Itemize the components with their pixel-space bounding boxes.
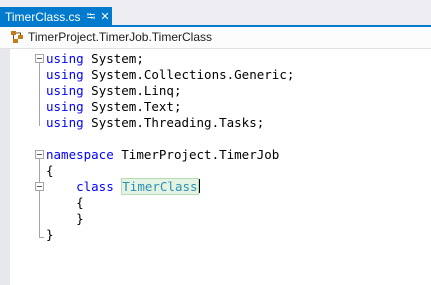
using-target: System.Linq; <box>91 83 182 98</box>
collapse-using-icon[interactable] <box>35 54 44 63</box>
pin-icon[interactable]: ⭾ <box>85 7 97 27</box>
code-line: class TimerClass <box>46 178 200 195</box>
text-caret <box>198 179 200 193</box>
code-line: { <box>46 195 84 211</box>
namespace-name: TimerProject.TimerJob <box>121 147 280 162</box>
keyword: using <box>46 83 84 98</box>
selection-margin <box>0 49 10 285</box>
code-line: using System.Linq; <box>46 83 181 99</box>
outline-end-tick <box>39 237 44 238</box>
using-target: System.Collections.Generic; <box>91 67 295 82</box>
code-editor[interactable]: using System; using System.Collections.G… <box>0 49 431 285</box>
keyword: using <box>46 99 84 114</box>
using-target: System.Text; <box>91 99 182 114</box>
code-line: using System.Text; <box>46 99 181 115</box>
keyword: class <box>76 179 114 194</box>
close-brace: } <box>76 211 84 226</box>
collapse-namespace-icon[interactable] <box>35 150 44 159</box>
member-dropdown[interactable]: TimerProject.TimerJob.TimerClass <box>28 27 212 48</box>
outline-line <box>39 159 40 238</box>
keyword: namespace <box>46 147 114 162</box>
class-name-highlight: TimerClass <box>121 178 199 195</box>
keyword: using <box>46 51 84 66</box>
class-icon <box>11 31 23 43</box>
navigation-bar: TimerProject.TimerJob.TimerClass <box>0 27 431 49</box>
code-line: { <box>46 163 54 179</box>
code-line: } <box>46 227 54 243</box>
keyword: using <box>46 115 84 130</box>
code-line: using System.Collections.Generic; <box>46 67 294 83</box>
using-target: System; <box>91 51 144 66</box>
outline-line <box>39 63 40 126</box>
code-line: using System.Threading.Tasks; <box>46 115 264 131</box>
close-icon[interactable]: ✕ <box>99 7 111 27</box>
tab-title: TimerClass.cs <box>5 10 81 24</box>
collapse-class-icon[interactable] <box>35 182 44 191</box>
using-target: System.Threading.Tasks; <box>91 115 265 130</box>
open-brace: { <box>46 163 54 178</box>
code-line: using System; <box>46 51 144 67</box>
code-line: namespace TimerProject.TimerJob <box>46 147 279 163</box>
code-line: } <box>46 211 84 227</box>
tab-timerclass[interactable]: TimerClass.cs ⭾ ✕ <box>0 7 112 27</box>
keyword: using <box>46 67 84 82</box>
close-brace: } <box>46 227 54 242</box>
open-brace: { <box>76 195 84 210</box>
document-tab-strip: TimerClass.cs ⭾ ✕ <box>0 0 431 27</box>
